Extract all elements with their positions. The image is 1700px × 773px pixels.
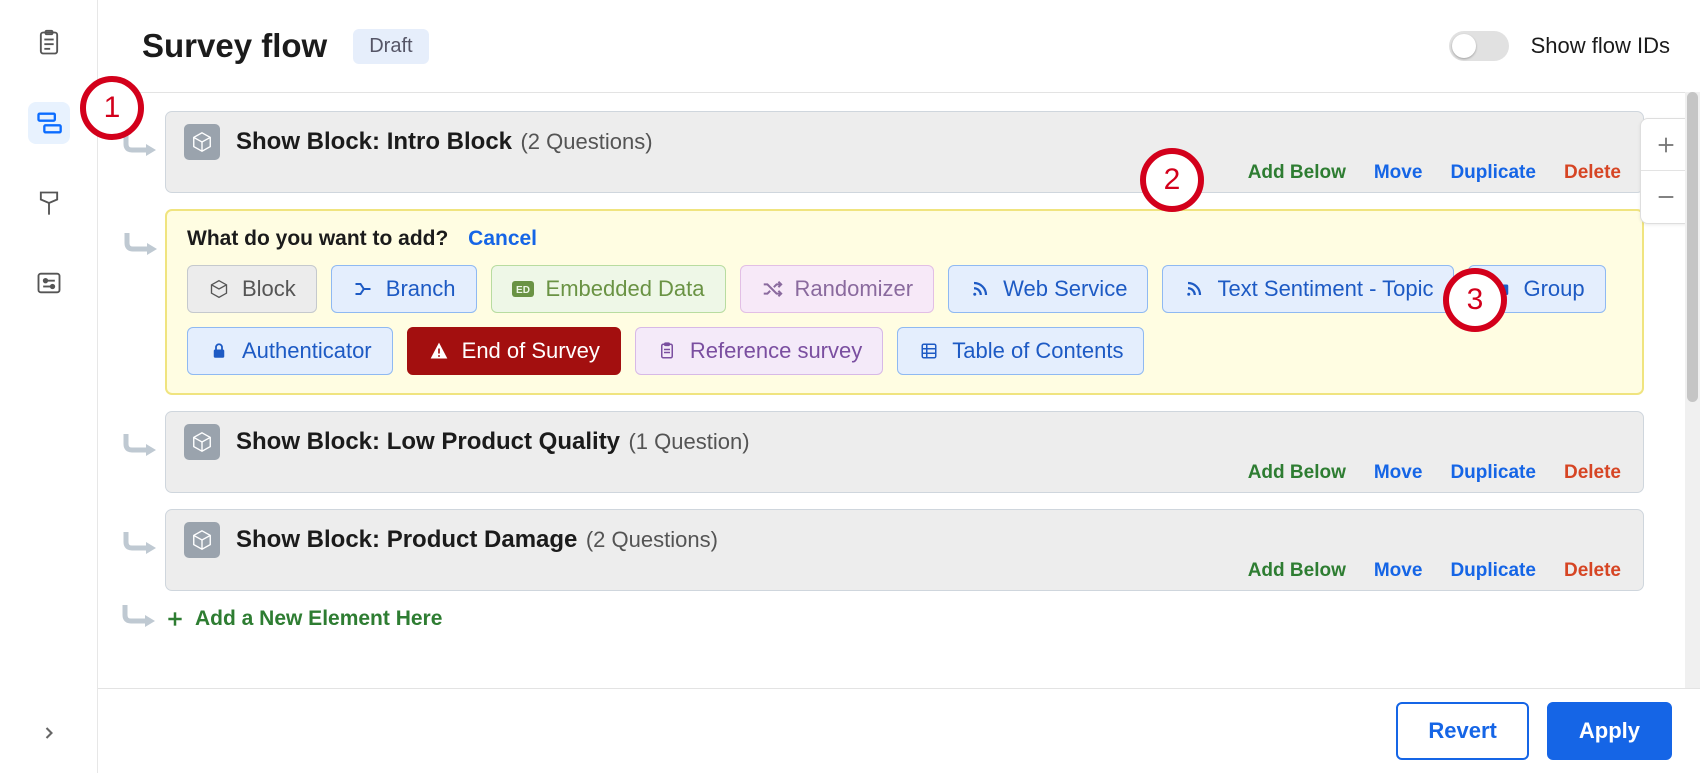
nav-options-icon[interactable] <box>28 262 70 304</box>
add-chip-block[interactable]: Block <box>187 265 317 313</box>
rss-icon <box>1183 278 1205 300</box>
add-chip-web-service[interactable]: Web Service <box>948 265 1148 313</box>
left-nav-rail <box>0 0 98 773</box>
plus-icon <box>165 609 185 629</box>
show-ids-label: Show flow IDs <box>1531 33 1670 59</box>
footer-actions: Revert Apply <box>98 688 1700 773</box>
add-chip-group[interactable]: Group <box>1468 265 1605 313</box>
vertical-scrollbar[interactable] <box>1685 92 1700 688</box>
flow-canvas: Show Block: Intro Block (2 Questions) Ad… <box>98 92 1700 688</box>
cancel-link[interactable]: Cancel <box>468 227 537 250</box>
add-panel-prompt: What do you want to add? Cancel <box>187 227 1622 251</box>
shuffle-icon <box>761 278 783 300</box>
connector-arrow-icon <box>122 532 162 560</box>
add-chip-reference-survey[interactable]: Reference survey <box>635 327 883 375</box>
duplicate-button[interactable]: Duplicate <box>1450 162 1536 184</box>
block-title: Show Block: Low Product Quality <box>236 428 620 455</box>
embedded-data-icon: ED <box>512 278 534 300</box>
nav-flow-icon[interactable] <box>28 102 70 144</box>
nav-collapse-icon[interactable] <box>39 723 59 743</box>
list-icon <box>918 340 940 362</box>
lock-icon <box>208 340 230 362</box>
add-chip-end-of-survey[interactable]: End of Survey <box>407 327 621 375</box>
chip-label: Table of Contents <box>952 338 1123 364</box>
connector-arrow-icon <box>122 434 162 462</box>
flow-block-product-damage[interactable]: Show Block: Product Damage (2 Questions)… <box>165 509 1644 591</box>
connector-arrow-icon <box>123 233 163 261</box>
nav-survey-icon[interactable] <box>28 22 70 64</box>
block-icon <box>184 424 220 460</box>
flow-block-low-product-quality[interactable]: Show Block: Low Product Quality (1 Quest… <box>165 411 1644 493</box>
add-chip-embedded-data[interactable]: ED Embedded Data <box>491 265 726 313</box>
block-subtitle: (1 Question) <box>628 429 749 454</box>
apply-button[interactable]: Apply <box>1547 702 1672 760</box>
rss-icon <box>969 278 991 300</box>
chip-label: Web Service <box>1003 276 1127 302</box>
cube-icon <box>208 278 230 300</box>
delete-button[interactable]: Delete <box>1564 560 1621 582</box>
warning-icon <box>428 340 450 362</box>
add-below-button[interactable]: Add Below <box>1248 560 1346 582</box>
add-new-element-button[interactable]: Add a New Element Here <box>165 607 1644 631</box>
revert-button[interactable]: Revert <box>1396 702 1528 760</box>
flow-block-intro[interactable]: Show Block: Intro Block (2 Questions) Ad… <box>165 111 1644 193</box>
block-title: Show Block: Product Damage <box>236 526 577 553</box>
chip-label: Block <box>242 276 296 302</box>
block-subtitle: (2 Questions) <box>520 129 652 154</box>
chip-label: Authenticator <box>242 338 372 364</box>
folder-icon <box>1489 278 1511 300</box>
branch-icon <box>352 278 374 300</box>
block-subtitle: (2 Questions) <box>586 527 718 552</box>
delete-button[interactable]: Delete <box>1564 162 1621 184</box>
add-chip-branch[interactable]: Branch <box>331 265 477 313</box>
chip-label: Embedded Data <box>546 276 705 302</box>
chip-label: Branch <box>386 276 456 302</box>
connector-arrow-icon <box>122 134 162 162</box>
add-chip-text-sentiment[interactable]: Text Sentiment - Topic <box>1162 265 1454 313</box>
svg-text:ED: ED <box>516 285 530 296</box>
clipboard-icon <box>656 340 678 362</box>
move-button[interactable]: Move <box>1374 560 1423 582</box>
add-chip-table-of-contents[interactable]: Table of Contents <box>897 327 1144 375</box>
add-below-button[interactable]: Add Below <box>1248 162 1346 184</box>
block-icon <box>184 522 220 558</box>
show-ids-toggle[interactable] <box>1449 31 1509 61</box>
delete-button[interactable]: Delete <box>1564 462 1621 484</box>
zoom-in-button[interactable] <box>1641 119 1691 171</box>
duplicate-button[interactable]: Duplicate <box>1450 462 1536 484</box>
chip-label: Randomizer <box>795 276 914 302</box>
block-title: Show Block: Intro Block <box>236 128 512 155</box>
chip-label: Text Sentiment - Topic <box>1217 276 1433 302</box>
block-icon <box>184 124 220 160</box>
chip-label: Reference survey <box>690 338 862 364</box>
chip-label: Group <box>1523 276 1584 302</box>
connector-arrow-icon <box>121 605 161 633</box>
duplicate-button[interactable]: Duplicate <box>1450 560 1536 582</box>
page-header: Survey flow Draft Show flow IDs <box>98 0 1700 92</box>
chip-label: End of Survey <box>462 338 600 364</box>
add-element-panel: What do you want to add? Cancel Block Br… <box>165 209 1644 395</box>
status-badge: Draft <box>353 29 428 64</box>
move-button[interactable]: Move <box>1374 162 1423 184</box>
add-new-label: Add a New Element Here <box>195 607 442 631</box>
page-title: Survey flow <box>142 27 327 65</box>
zoom-out-button[interactable] <box>1641 171 1691 223</box>
add-below-button[interactable]: Add Below <box>1248 462 1346 484</box>
move-button[interactable]: Move <box>1374 462 1423 484</box>
add-chip-authenticator[interactable]: Authenticator <box>187 327 393 375</box>
nav-look-icon[interactable] <box>28 182 70 224</box>
add-chip-randomizer[interactable]: Randomizer <box>740 265 935 313</box>
